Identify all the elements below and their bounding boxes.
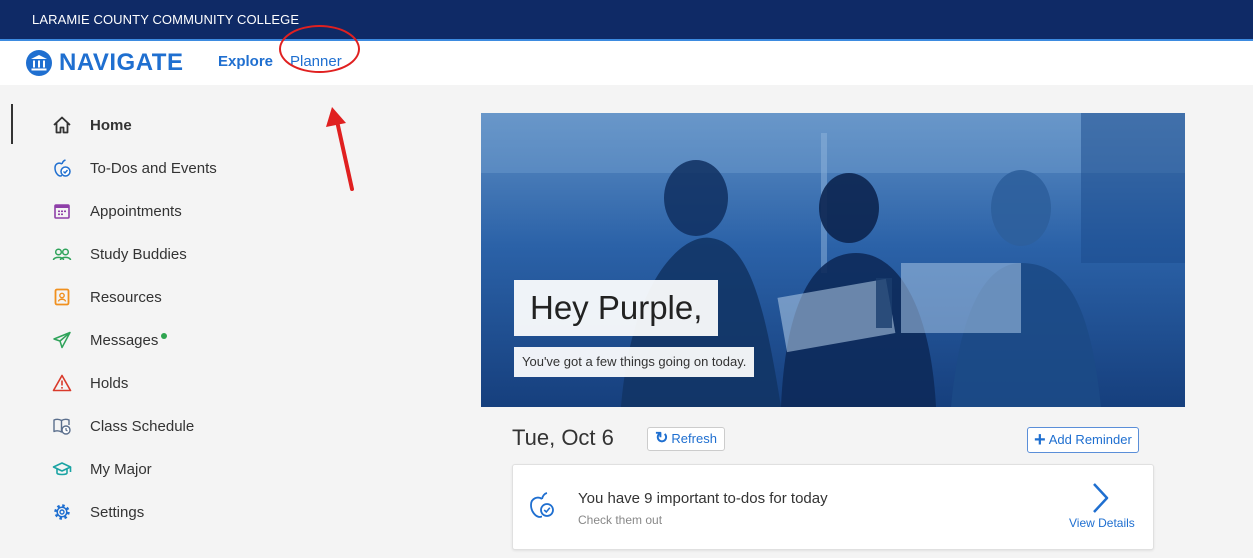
sidebar-item-label: Appointments [90, 202, 182, 220]
app-header: NAVIGATE Explore Planner [0, 41, 1253, 85]
todo-card[interactable]: You have 9 important to-dos for today Ch… [512, 464, 1154, 550]
home-icon [53, 116, 71, 134]
institution-bar: LARAMIE COUNTY COMMUNITY COLLEGE [0, 0, 1253, 39]
hero-banner: Hey Purple, You've got a few things goin… [481, 113, 1185, 407]
todo-card-title: You have 9 important to-dos for today [578, 490, 828, 507]
sidebar-item-label: Resources [90, 288, 162, 306]
sidebar-item-my-major[interactable]: My Major [52, 454, 152, 484]
institution-name: LARAMIE COUNTY COMMUNITY COLLEGE [32, 12, 300, 27]
contact-book-icon [54, 288, 70, 306]
today-date: Tue, Oct 6 [512, 425, 614, 450]
unread-indicator [161, 332, 168, 339]
refresh-icon: ↻ [655, 430, 669, 447]
logo-text: NAVIGATE [59, 49, 184, 76]
warning-icon [52, 374, 72, 392]
gear-icon [54, 504, 70, 520]
active-indicator [11, 104, 13, 144]
sidebar-item-label: Home [90, 116, 132, 134]
bank-icon [26, 50, 52, 76]
nav-explore[interactable]: Explore [218, 53, 273, 70]
todo-card-subtitle: Check them out [578, 513, 663, 527]
add-reminder-button[interactable]: + Add Reminder [1027, 427, 1139, 453]
sidebar-item-home[interactable]: Home [52, 110, 132, 140]
add-reminder-label: Add Reminder [1048, 432, 1132, 447]
sidebar-item-label: To-Dos and Events [90, 159, 217, 177]
sidebar-item-settings[interactable]: Settings [52, 497, 144, 527]
hero-greeting: Hey Purple, [514, 280, 719, 336]
sidebar-item-label: Class Schedule [90, 417, 195, 435]
chevron-right-icon[interactable] [1088, 481, 1112, 515]
sidebar-item-label: Study Buddies [90, 245, 187, 263]
calendar-icon [54, 204, 70, 219]
sidebar-item-appointments[interactable]: Appointments [52, 196, 182, 226]
people-icon [52, 248, 72, 261]
refresh-button[interactable]: ↻ Refresh [647, 427, 725, 451]
sidebar-item-label: My Major [90, 460, 152, 478]
sidebar-item-resources[interactable]: Resources [52, 282, 162, 312]
sidebar-item-messages[interactable]: Messages [52, 325, 168, 355]
apple-check-icon [54, 159, 71, 177]
sidebar-item-holds[interactable]: Holds [52, 368, 128, 398]
sidebar-item-class-schedule[interactable]: Class Schedule [52, 411, 194, 441]
sidebar-item-study-buddies[interactable]: Study Buddies [52, 239, 187, 269]
sidebar-item-label: Settings [90, 503, 145, 521]
plus-icon: + [1034, 429, 1046, 451]
apple-check-icon [530, 492, 554, 518]
graduation-cap-icon [52, 462, 72, 476]
messages-label: Messages [90, 331, 159, 349]
view-details-link[interactable]: View Details [1069, 516, 1135, 530]
sidebar-item-todos[interactable]: To-Dos and Events [52, 153, 217, 183]
navigate-logo[interactable]: NAVIGATE [26, 49, 183, 77]
refresh-label: Refresh [671, 431, 717, 446]
sidebar-item-label: Holds [90, 374, 129, 392]
sidebar-item-label: Messages [90, 331, 168, 349]
book-clock-icon [53, 418, 71, 435]
hero-subtitle: You've got a few things going on today. [514, 347, 755, 377]
nav-planner[interactable]: Planner [290, 53, 342, 70]
paper-plane-icon [53, 331, 71, 349]
